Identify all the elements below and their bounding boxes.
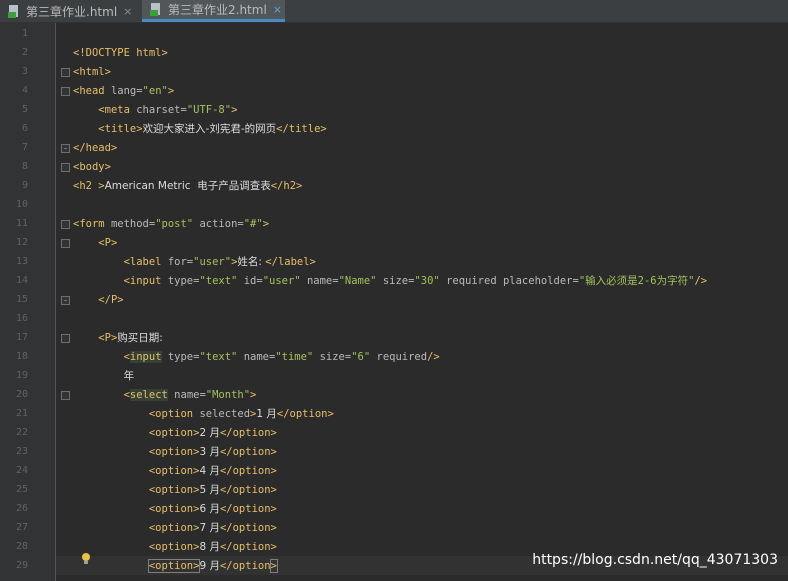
line-number: 14 (15, 275, 28, 286)
line-number: 19 (15, 370, 28, 381)
code-line[interactable]: <option selected>1 月</option> (73, 405, 334, 424)
code-line[interactable]: <meta charset="UTF-8"> (73, 101, 237, 120)
tab-chapter3-homework[interactable]: 第三章作业.html × (0, 0, 140, 22)
line-number: 26 (15, 503, 28, 514)
line-number: 21 (15, 408, 28, 419)
code-line[interactable]: <option>8 月</option> (73, 538, 277, 557)
code-line[interactable]: <input type="text" id="user" name="Name"… (73, 272, 708, 291)
fold-marker-icon[interactable] (61, 220, 70, 229)
code-line[interactable]: 年 (73, 367, 135, 386)
code-line[interactable]: <option>4 月</option> (73, 462, 277, 481)
code-line[interactable]: <h2 >American Metric 电子产品调查表</h2> (73, 177, 302, 196)
code-line[interactable]: <input type="text" name="time" size="6" … (73, 348, 440, 367)
line-number: 5 (21, 104, 28, 115)
line-number: 24 (15, 465, 28, 476)
fold-marker-icon[interactable] (61, 163, 70, 172)
line-number: 4 (21, 85, 28, 96)
html-file-icon (150, 3, 163, 16)
line-number: 12 (15, 237, 28, 248)
line-number: 3 (21, 66, 28, 77)
fold-marker-icon[interactable] (61, 296, 70, 305)
tab-label: 第三章作业2.html (168, 3, 267, 17)
code-line[interactable]: <P>购买日期: (73, 329, 163, 348)
line-number: 16 (15, 313, 28, 324)
code-line[interactable]: <!DOCTYPE html> (73, 44, 168, 63)
code-line[interactable]: </head> (73, 139, 117, 158)
tab-chapter3-homework2[interactable]: 第三章作业2.html × (142, 0, 285, 22)
line-number: 23 (15, 446, 28, 457)
line-number: 9 (21, 180, 28, 191)
close-icon[interactable]: × (123, 5, 132, 18)
lightbulb-icon[interactable] (81, 553, 91, 564)
code-line[interactable]: </P> (73, 291, 123, 310)
line-number: 13 (15, 256, 28, 267)
line-number: 27 (15, 522, 28, 533)
html-file-icon (8, 4, 21, 18)
code-line[interactable]: <option>3 月</option> (73, 443, 277, 462)
fold-marker-icon[interactable] (61, 144, 70, 153)
close-icon[interactable]: × (273, 3, 282, 16)
line-number: 2 (21, 47, 28, 58)
line-number: 29 (15, 560, 28, 571)
fold-marker-icon[interactable] (61, 68, 70, 77)
line-number: 22 (15, 427, 28, 438)
fold-marker-icon[interactable] (61, 391, 70, 400)
fold-marker-icon[interactable] (61, 87, 70, 96)
tab-label: 第三章作业.html (26, 4, 118, 19)
fold-marker-icon[interactable] (61, 239, 70, 248)
line-number: 15 (15, 294, 28, 305)
editor-tab-bar: 第三章作业.html × 第三章作业2.html × (0, 0, 788, 23)
code-line[interactable]: <label for="user">姓名: </label> (73, 253, 316, 272)
code-line[interactable]: <P> (73, 234, 117, 253)
line-number: 6 (21, 123, 28, 134)
code-line[interactable]: <html> (73, 63, 111, 82)
line-number: 1 (21, 28, 28, 39)
code-line[interactable]: <select name="Month"> (73, 386, 256, 405)
code-line[interactable]: <option>9 月</option> (73, 557, 278, 576)
line-number: 8 (21, 161, 28, 172)
line-number: 20 (15, 389, 28, 400)
line-number: 17 (15, 332, 28, 343)
code-line[interactable]: <option>6 月</option> (73, 500, 277, 519)
code-line[interactable]: <body> (73, 158, 111, 177)
line-number: 28 (15, 541, 28, 552)
fold-marker-icon[interactable] (61, 334, 70, 343)
line-number: 10 (15, 199, 28, 210)
line-number: 7 (21, 142, 28, 153)
code-line[interactable]: <option>5 月</option> (73, 481, 277, 500)
code-line[interactable]: <form method="post" action="#"> (73, 215, 269, 234)
code-line[interactable]: <head lang="en"> (73, 82, 174, 101)
line-number: 18 (15, 351, 28, 362)
code-line[interactable]: <option>2 月</option> (73, 424, 277, 443)
line-number: 11 (15, 218, 28, 229)
line-number: 25 (15, 484, 28, 495)
code-line[interactable]: <option>7 月</option> (73, 519, 277, 538)
code-line[interactable]: <title>欢迎大家进入-刘宪君-的网页</title> (73, 120, 326, 139)
watermark: https://blog.csdn.net/qq_43071303 (532, 552, 778, 568)
